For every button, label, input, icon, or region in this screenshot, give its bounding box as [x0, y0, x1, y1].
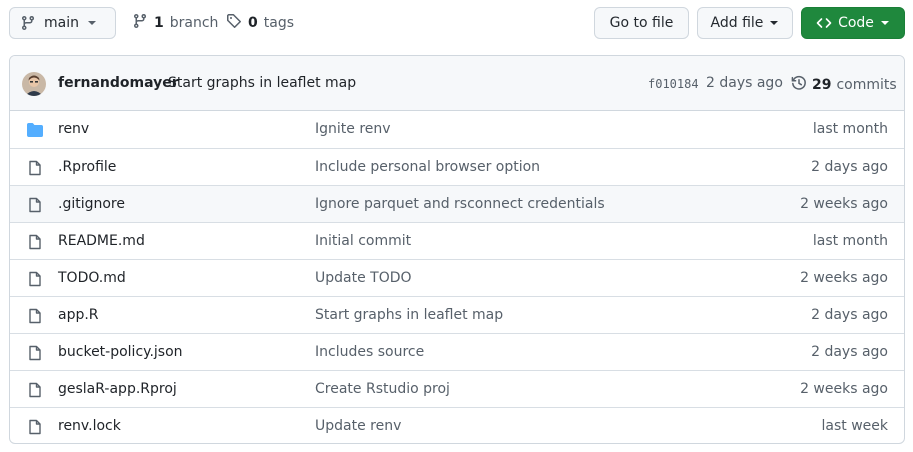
commit-count: 29	[812, 77, 832, 93]
file-commit-age: last week	[821, 418, 889, 434]
table-row[interactable]: app.R Start graphs in leaflet map 2 days…	[10, 296, 904, 333]
file-icon	[27, 345, 43, 365]
file-commit-message-link[interactable]: Update renv	[315, 418, 401, 434]
latest-commit-bar: fernandomayer Start graphs in leaflet ma…	[10, 56, 904, 111]
commit-message-link[interactable]: Start graphs in leaflet map	[168, 75, 356, 91]
tag-word: tags	[263, 15, 294, 31]
caret-down-icon	[769, 18, 779, 28]
repo-toolbar: main 1 branch 0 tags Go to file Add file…	[0, 0, 913, 46]
file-icon	[27, 160, 43, 180]
table-row[interactable]: geslaR-app.Rproj Create Rstudio proj 2 w…	[10, 370, 904, 407]
file-name-link[interactable]: app.R	[58, 307, 99, 323]
file-commit-message-link[interactable]: Include personal browser option	[315, 159, 540, 175]
code-label: Code	[838, 15, 874, 31]
table-row[interactable]: TODO.md Update TODO 2 weeks ago	[10, 259, 904, 296]
go-to-file-button[interactable]: Go to file	[594, 7, 689, 39]
folder-icon	[27, 122, 43, 142]
code-button[interactable]: Code	[801, 7, 905, 39]
commits-history-link[interactable]: 29 commits	[791, 75, 897, 95]
file-commit-age: 2 days ago	[811, 344, 888, 360]
branch-select-button[interactable]: main	[9, 7, 116, 39]
file-commit-age: 2 days ago	[811, 159, 888, 175]
table-row[interactable]: bucket-policy.json Includes source 2 day…	[10, 333, 904, 370]
file-commit-age: last month	[812, 233, 888, 249]
commit-author-link[interactable]: fernandomayer	[58, 75, 179, 91]
add-file-label: Add file	[710, 15, 764, 31]
commit-age: 2 days ago	[706, 75, 783, 91]
file-commit-age: 2 weeks ago	[800, 196, 888, 212]
file-commit-message-link[interactable]: Includes source	[315, 344, 424, 360]
branches-link[interactable]: 1 branch	[132, 13, 218, 33]
commit-word: commits	[836, 77, 897, 93]
file-icon	[27, 271, 43, 291]
tag-count: 0	[248, 15, 258, 31]
table-row[interactable]: README.md Initial commit last month	[10, 222, 904, 259]
file-name-link[interactable]: renv	[58, 121, 89, 137]
table-row[interactable]: renv Ignite renv last month	[10, 111, 904, 148]
file-commit-age: last month	[812, 121, 888, 137]
file-icon	[27, 419, 43, 439]
git-branch-icon	[132, 13, 148, 33]
tag-icon	[226, 13, 242, 33]
code-icon	[816, 15, 832, 31]
table-row[interactable]: .Rprofile Include personal browser optio…	[10, 148, 904, 185]
git-branch-icon	[20, 15, 36, 31]
tags-link[interactable]: 0 tags	[226, 13, 294, 33]
caret-down-icon	[87, 18, 97, 28]
file-commit-message-link[interactable]: Initial commit	[315, 233, 411, 249]
file-commit-message-link[interactable]: Ignite renv	[315, 121, 391, 137]
file-name-link[interactable]: bucket-policy.json	[58, 344, 183, 360]
branch-count: 1	[154, 15, 164, 31]
add-file-button[interactable]: Add file	[697, 7, 793, 39]
file-commit-age: 2 weeks ago	[800, 270, 888, 286]
branch-name: main	[44, 15, 79, 31]
file-commit-age: 2 days ago	[811, 307, 888, 323]
file-name-link[interactable]: .Rprofile	[58, 159, 116, 175]
file-commit-age: 2 weeks ago	[800, 381, 888, 397]
branch-word: branch	[169, 15, 219, 31]
commit-sha-link[interactable]: f010184	[648, 77, 699, 91]
file-name-link[interactable]: geslaR-app.Rproj	[58, 381, 177, 397]
file-name-link[interactable]: renv.lock	[58, 418, 121, 434]
file-commit-message-link[interactable]: Start graphs in leaflet map	[315, 307, 503, 323]
go-to-file-label: Go to file	[609, 15, 674, 31]
file-commit-message-link[interactable]: Create Rstudio proj	[315, 381, 450, 397]
file-icon	[27, 234, 43, 254]
file-browser: fernandomayer Start graphs in leaflet ma…	[9, 55, 905, 444]
file-icon	[27, 197, 43, 217]
file-commit-message-link[interactable]: Ignore parquet and rsconnect credentials	[315, 196, 605, 212]
history-icon	[791, 75, 807, 95]
file-icon	[27, 382, 43, 402]
file-list: renv Ignite renv last month .Rprofile In…	[10, 111, 904, 443]
avatar[interactable]	[22, 72, 46, 96]
caret-down-icon	[880, 18, 890, 28]
file-name-link[interactable]: README.md	[58, 233, 145, 249]
table-row[interactable]: .gitignore Ignore parquet and rsconnect …	[10, 185, 904, 222]
table-row[interactable]: renv.lock Update renv last week	[10, 407, 904, 443]
file-name-link[interactable]: .gitignore	[58, 196, 125, 212]
file-commit-message-link[interactable]: Update TODO	[315, 270, 412, 286]
file-name-link[interactable]: TODO.md	[58, 270, 126, 286]
file-icon	[27, 308, 43, 328]
